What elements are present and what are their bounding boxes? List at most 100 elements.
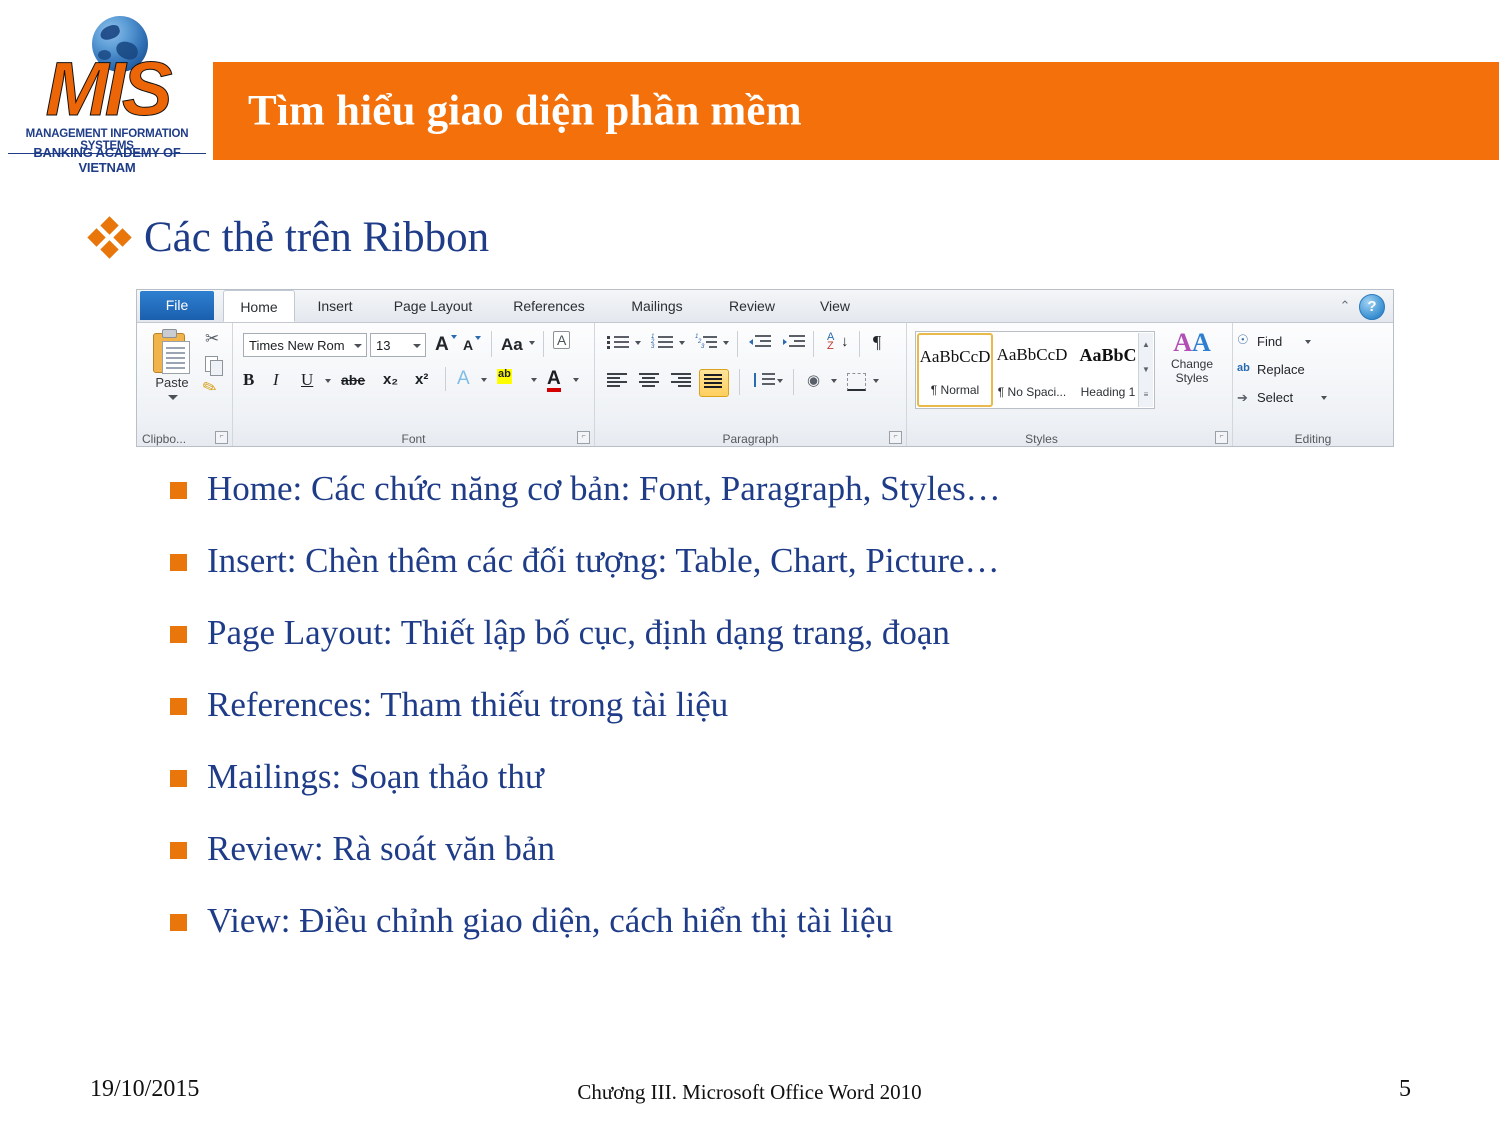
justify-icon[interactable] (699, 369, 729, 397)
font-dialog-launcher[interactable]: ⌐ (577, 431, 590, 444)
decrease-indent-icon[interactable] (749, 335, 771, 350)
tab-file[interactable]: File (140, 291, 214, 320)
square-bullet-icon (170, 770, 187, 787)
list-item-label: Review: Rà soát văn bản (207, 829, 555, 868)
subheading: Các thẻ trên Ribbon (87, 215, 489, 259)
bullet-list: Home: Các chức năng cơ bản: Font, Paragr… (170, 465, 1400, 969)
bold-icon[interactable]: B (243, 371, 254, 388)
diamond-cluster-icon (87, 215, 132, 259)
mis-logo: MIS MANAGEMENT INFORMATION SYSTEMS BANKI… (8, 14, 206, 175)
list-item-label: Mailings: Soạn thảo thư (207, 757, 544, 796)
clear-formatting-icon[interactable]: A (553, 331, 571, 349)
logo-acronym: MIS (45, 47, 173, 132)
font-size-input[interactable]: 13 (370, 333, 426, 357)
align-left-icon[interactable] (607, 373, 627, 388)
list-item-label: Home: Các chức năng cơ bản: Font, Paragr… (207, 469, 1001, 508)
tab-view[interactable]: View (801, 290, 869, 322)
list-item-label: Insert: Chèn thêm các đối tượng: Table, … (207, 541, 1000, 580)
footer-center-text: Chương III. Microsoft Office Word 2010 (577, 1080, 922, 1104)
select-button[interactable]: Select (1257, 390, 1293, 405)
list-item-label: Page Layout: Thiết lập bố cục, định dạng… (207, 613, 950, 652)
increase-indent-icon[interactable] (783, 335, 805, 350)
square-bullet-icon (170, 914, 187, 931)
superscript-icon[interactable]: x² (415, 372, 428, 387)
minimize-ribbon-icon[interactable]: ⌃ (1337, 298, 1353, 314)
tab-mailings[interactable]: Mailings (611, 290, 703, 322)
font-name-input[interactable]: Times New Rom (243, 333, 367, 357)
slide-footer: 19/10/2015 Chương III. Microsoft Office … (0, 1064, 1499, 1124)
numbered-list-icon[interactable]: 1 2 3 (651, 334, 673, 350)
font-name-dropdown-arrow[interactable] (354, 344, 362, 348)
shading-icon[interactable]: ◉ (807, 373, 820, 388)
styles-scroll-up-icon[interactable]: ▲ (1139, 333, 1153, 357)
change-case-icon[interactable]: Aa (501, 336, 523, 353)
paste-icon[interactable] (153, 329, 191, 374)
grow-font-icon[interactable]: A (435, 335, 449, 354)
tab-references[interactable]: References (497, 290, 601, 322)
cursor-select-icon[interactable]: ➔ (1237, 391, 1248, 404)
line-spacing-icon[interactable] (753, 373, 775, 388)
font-size-dropdown-arrow[interactable] (413, 344, 421, 348)
group-editing: ☉ Find ab Replace ➔ Select Editing (1233, 323, 1393, 446)
tab-review[interactable]: Review (711, 290, 793, 322)
borders-icon[interactable] (847, 373, 866, 391)
replace-button[interactable]: Replace (1257, 362, 1305, 377)
font-size-value: 13 (376, 338, 391, 353)
square-bullet-icon (170, 482, 187, 499)
change-styles-label-2: Styles (1175, 371, 1209, 385)
bullet-list-icon[interactable] (607, 335, 629, 350)
help-icon[interactable]: ? (1359, 294, 1385, 320)
list-item: Mailings: Soạn thảo thư (170, 753, 1400, 825)
subscript-icon[interactable]: x₂ (383, 372, 398, 387)
style-item-normal[interactable]: AaBbCcD ¶ Normal (917, 333, 993, 407)
list-item: View: Điều chỉnh giao diện, cách hiển th… (170, 897, 1400, 969)
multilevel-list-icon[interactable]: 1 2 3 (695, 334, 717, 350)
copy-icon[interactable] (205, 356, 223, 376)
list-item: References: Tham thiếu trong tài liệu (170, 681, 1400, 753)
shrink-font-icon[interactable]: A (463, 338, 473, 352)
styles-scroll-down-icon[interactable]: ▼ (1139, 358, 1153, 382)
group-styles: AaBbCcD ¶ Normal AaBbCcD ¶ No Spaci... A… (907, 323, 1233, 446)
text-effects-icon[interactable]: A (457, 369, 470, 388)
style-name: ¶ No Spaci... (997, 385, 1067, 399)
ribbon-body: Paste ✂ ✎ Clipbo... ⌐ Times New Rom 13 A (137, 323, 1393, 446)
align-center-icon[interactable] (639, 373, 659, 388)
list-item: Insert: Chèn thêm các đối tượng: Table, … (170, 537, 1400, 609)
tab-page-layout[interactable]: Page Layout (377, 290, 489, 322)
tab-insert[interactable]: Insert (299, 290, 371, 322)
square-bullet-icon (170, 842, 187, 859)
styles-more-icon[interactable]: ≡ (1139, 383, 1153, 407)
strikethrough-icon[interactable]: abe (341, 373, 365, 387)
styles-gallery[interactable]: AaBbCcD ¶ Normal AaBbCcD ¶ No Spaci... A… (915, 331, 1155, 409)
change-styles-icon: AA (1173, 328, 1211, 357)
scissors-icon[interactable]: ✂ (205, 331, 219, 348)
style-item-no-spacing[interactable]: AaBbCcD ¶ No Spaci... (994, 333, 1070, 407)
find-button[interactable]: Find (1257, 334, 1282, 349)
style-preview: AaBbCcD (919, 347, 991, 366)
sort-az-icon[interactable]: AZ (827, 332, 834, 352)
format-painter-icon[interactable]: ✎ (200, 376, 220, 400)
styles-scrollbar[interactable]: ▲ ▼ ≡ (1138, 333, 1153, 407)
clipboard-dialog-launcher[interactable]: ⌐ (215, 431, 228, 444)
group-paragraph: 1 2 3 1 2 3 A Z ↓ ¶ ◉ Paragraph ⌐ (595, 323, 907, 446)
style-item-heading-1[interactable]: AaBbC Heading 1 (1070, 333, 1146, 407)
italic-icon[interactable]: I (273, 371, 279, 388)
paste-dropdown-arrow[interactable] (168, 395, 178, 400)
binoculars-icon[interactable]: ☉ (1237, 333, 1249, 346)
show-marks-icon[interactable]: ¶ (873, 333, 881, 351)
square-bullet-icon (170, 626, 187, 643)
group-clipboard: Paste ✂ ✎ Clipbo... ⌐ (137, 323, 233, 446)
list-item: Page Layout: Thiết lập bố cục, định dạng… (170, 609, 1400, 681)
tab-home[interactable]: Home (223, 290, 295, 322)
align-right-icon[interactable] (671, 373, 691, 388)
styles-dialog-launcher[interactable]: ⌐ (1215, 431, 1228, 444)
font-color-icon[interactable]: A (547, 369, 561, 392)
change-styles-button[interactable]: AA Change Styles (1163, 328, 1221, 386)
paste-label[interactable]: Paste (143, 375, 201, 390)
underline-icon[interactable]: U (301, 371, 313, 388)
style-preview: AaBbC (1079, 345, 1137, 365)
square-bullet-icon (170, 554, 187, 571)
highlight-icon[interactable]: ab (497, 369, 512, 384)
replace-icon[interactable]: ab (1237, 363, 1250, 374)
ribbon-tab-strip: File Home Insert Page Layout References … (137, 290, 1393, 323)
